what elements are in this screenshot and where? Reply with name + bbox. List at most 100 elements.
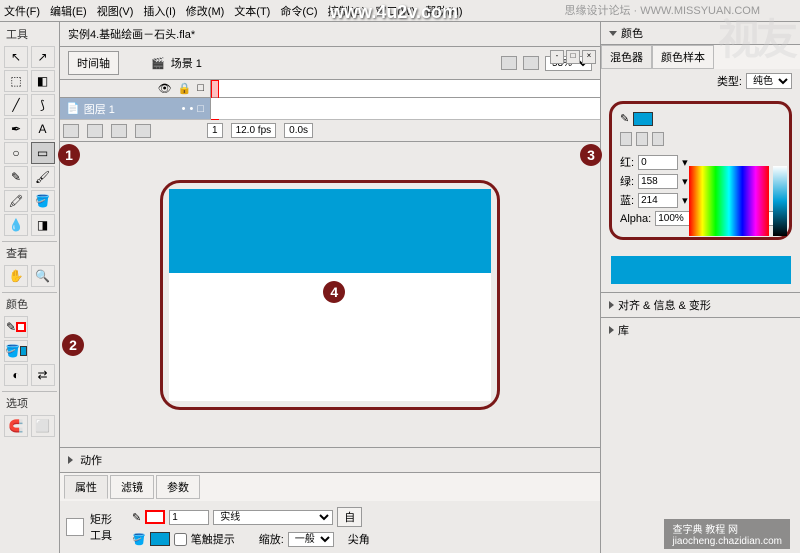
- actions-panel[interactable]: 动作: [60, 447, 600, 472]
- stroke-style-select[interactable]: 实线: [213, 510, 333, 525]
- bucket-icon: 🪣: [132, 533, 146, 546]
- stepper-icon[interactable]: ▾: [682, 175, 688, 188]
- stroke-weight[interactable]: [169, 510, 209, 525]
- zoom-tool[interactable]: 🔍: [31, 265, 55, 287]
- bw-icon[interactable]: [620, 132, 632, 146]
- text-tool[interactable]: A: [31, 118, 55, 140]
- tool-label: 工具: [90, 527, 112, 543]
- outline-icon[interactable]: □: [197, 82, 204, 95]
- ink-bottle-tool[interactable]: 🖍: [4, 190, 28, 212]
- nocolor-icon[interactable]: [636, 132, 648, 146]
- rect-settings[interactable]: ⬜: [31, 415, 55, 437]
- watermark-bottom: 查字典 教程 网 jiaocheng.chazidian.com: [664, 519, 790, 549]
- hand-tool[interactable]: ✋: [4, 265, 28, 287]
- free-transform-tool[interactable]: ⬚: [4, 70, 28, 92]
- brightness-bar[interactable]: [773, 166, 787, 236]
- timeline-button[interactable]: 时间轴: [68, 51, 119, 75]
- add-folder-icon[interactable]: [111, 124, 127, 138]
- add-layer-icon[interactable]: [63, 124, 79, 138]
- swap-icon[interactable]: [652, 132, 664, 146]
- layer-lock-dot[interactable]: •: [189, 103, 193, 115]
- alpha-label: Alpha:: [620, 213, 651, 225]
- red-input[interactable]: [638, 155, 678, 170]
- current-stroke-swatch[interactable]: [633, 112, 653, 126]
- custom-stroke-button[interactable]: 自: [337, 507, 362, 527]
- pencil-tool[interactable]: ✎: [4, 166, 28, 188]
- fill-swatch[interactable]: [150, 532, 170, 546]
- eraser-tool[interactable]: ◨: [31, 214, 55, 236]
- color-spectrum[interactable]: [689, 166, 769, 236]
- blue-input[interactable]: [638, 193, 678, 208]
- add-guide-layer-icon[interactable]: [87, 124, 103, 138]
- view-section-title: 查看: [6, 245, 53, 261]
- paint-bucket-tool[interactable]: 🪣: [31, 190, 55, 212]
- tab-filters[interactable]: 滤镜: [110, 475, 154, 499]
- expand-icon: [609, 301, 614, 309]
- scene-name[interactable]: 场景 1: [171, 55, 202, 71]
- stroke-swatch[interactable]: [145, 510, 165, 524]
- actions-title: 动作: [80, 455, 102, 467]
- frames-area[interactable]: [210, 98, 600, 119]
- eyedropper-tool[interactable]: 💧: [4, 214, 28, 236]
- scale-select[interactable]: 一般: [288, 532, 334, 547]
- color-section-title: 颜色: [6, 296, 53, 312]
- swap-colors[interactable]: ⇄: [31, 364, 55, 386]
- properties-panel: 属性 滤镜 参数 矩形 工具 ✎ 实线: [60, 472, 600, 553]
- rectangle-tool[interactable]: ▭: [31, 142, 55, 164]
- edit-symbols-icon[interactable]: [523, 56, 539, 70]
- maximize-button[interactable]: □: [566, 50, 580, 64]
- menu-command[interactable]: 命令(C): [280, 3, 317, 19]
- stroke-hint-checkbox[interactable]: [174, 533, 187, 546]
- edit-scene-icon[interactable]: [501, 56, 517, 70]
- watermark-forum: 思缘设计论坛 · WWW.MISSYUAN.COM: [564, 2, 760, 18]
- menu-file[interactable]: 文件(F): [4, 3, 40, 19]
- delete-layer-icon[interactable]: [135, 124, 151, 138]
- lock-icon[interactable]: 🔒: [178, 82, 192, 95]
- type-select[interactable]: 纯色: [746, 73, 792, 89]
- tab-swatches[interactable]: 颜色样本: [652, 45, 714, 69]
- subselection-tool[interactable]: ↗: [31, 46, 55, 68]
- pen-tool[interactable]: ✒: [4, 118, 28, 140]
- selection-tool[interactable]: ↖: [4, 46, 28, 68]
- annotation-border: 4: [160, 180, 500, 410]
- library-panel[interactable]: 库: [601, 317, 800, 342]
- collapse-icon: [609, 31, 617, 36]
- tab-properties[interactable]: 属性: [64, 475, 108, 499]
- badge-2: 2: [62, 334, 84, 356]
- menu-modify[interactable]: 修改(M): [186, 3, 225, 19]
- oval-tool[interactable]: ○: [4, 142, 28, 164]
- layer-visible-dot[interactable]: •: [182, 103, 186, 115]
- menu-edit[interactable]: 编辑(E): [50, 3, 87, 19]
- watermark-url: www.4u2v.com: [330, 2, 458, 23]
- brush-tool[interactable]: 🖌: [31, 166, 55, 188]
- document-tab[interactable]: 实例4.基础绘画－石头.fla*: [60, 22, 600, 47]
- snap-option[interactable]: 🧲: [4, 415, 28, 437]
- tab-params[interactable]: 参数: [156, 475, 200, 499]
- bw-colors[interactable]: ◐: [4, 364, 28, 386]
- elapsed-time: 0.0s: [284, 123, 313, 138]
- line-tool[interactable]: ╱: [4, 94, 28, 116]
- stroke-picker-icon[interactable]: ✎: [620, 112, 629, 126]
- minimize-button[interactable]: -: [550, 50, 564, 64]
- scene-icon: 🎬: [151, 57, 165, 70]
- scale-label: 缩放:: [259, 531, 284, 547]
- drawn-rectangle[interactable]: [169, 189, 491, 274]
- fill-color-picker[interactable]: 🪣: [4, 340, 28, 362]
- green-input[interactable]: [638, 174, 678, 189]
- layer-row[interactable]: 📄 图层 1 • • □: [60, 98, 210, 119]
- gradient-transform-tool[interactable]: ◧: [31, 70, 55, 92]
- layer-outline-box[interactable]: □: [197, 103, 204, 115]
- menu-view[interactable]: 视图(V): [97, 3, 134, 19]
- menu-text[interactable]: 文本(T): [234, 3, 270, 19]
- shape-type: 矩形: [90, 511, 112, 527]
- stepper-icon[interactable]: ▾: [682, 156, 688, 169]
- show-hide-icon[interactable]: 👁: [158, 82, 172, 95]
- tab-mixer[interactable]: 混色器: [601, 45, 652, 69]
- close-button[interactable]: ×: [582, 50, 596, 64]
- stepper-icon[interactable]: ▾: [682, 194, 688, 207]
- menu-insert[interactable]: 插入(I): [143, 3, 175, 19]
- frame-ruler[interactable]: [210, 80, 600, 98]
- lasso-tool[interactable]: ⟆: [31, 94, 55, 116]
- align-panel[interactable]: 对齐 & 信息 & 变形: [601, 292, 800, 317]
- stroke-color-picker[interactable]: ✎: [4, 316, 28, 338]
